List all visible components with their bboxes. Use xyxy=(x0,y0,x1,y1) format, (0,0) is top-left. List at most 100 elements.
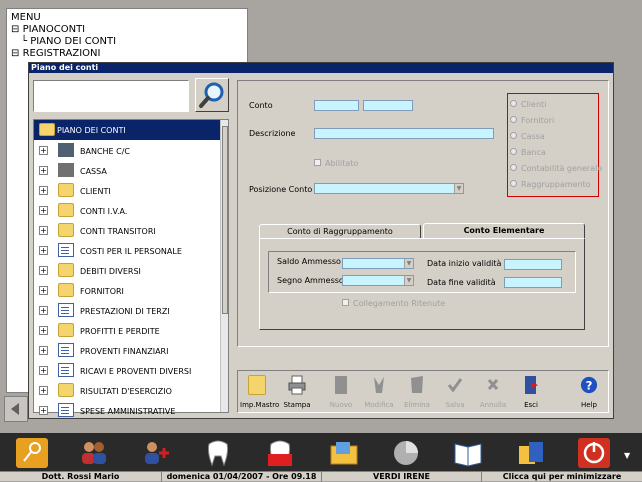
expand-icon[interactable]: + xyxy=(39,226,48,235)
radio-cassa[interactable] xyxy=(510,132,517,139)
menu-item-piano-dei-conti[interactable]: └ PIANO DEI CONTI xyxy=(21,36,116,47)
add-patient-button[interactable] xyxy=(140,438,172,468)
accounts-tree[interactable]: PIANO DEI CONTI + BANCHE C/C + CASSA + CLIENT… xyxy=(33,119,229,417)
folder-icon xyxy=(58,183,74,197)
saldo-ammesso-select[interactable]: ▼ xyxy=(342,258,414,269)
stampa-label: Stampa xyxy=(283,401,311,409)
segno-ammesso-select[interactable]: ▼ xyxy=(342,275,414,286)
esci-label: Esci xyxy=(524,401,538,409)
stampa-button[interactable]: Stampa xyxy=(280,373,314,411)
add-user-icon xyxy=(145,442,169,464)
menu-item-pianoconti[interactable]: ⊟ PIANOCONTI xyxy=(11,24,85,35)
expand-icon[interactable]: + xyxy=(39,346,48,355)
radio-contabilita-generale[interactable] xyxy=(510,164,517,171)
menu-item-registrazioni[interactable]: ⊟ REGISTRAZIONI xyxy=(11,48,100,59)
cancel-x-icon xyxy=(487,379,499,390)
tree-item[interactable]: + PROVENTI FINANZIARI xyxy=(34,341,222,361)
tree-item[interactable]: + CASSA xyxy=(34,161,222,181)
radio-raggruppamento[interactable] xyxy=(510,180,517,187)
safe-icon xyxy=(58,163,74,177)
expand-icon[interactable]: + xyxy=(39,366,48,375)
radio-banca[interactable] xyxy=(510,148,517,155)
tab-conto-elementare[interactable]: Conto Elementare xyxy=(423,223,585,239)
salva-button[interactable]: Salva xyxy=(438,373,472,411)
conto-code-field[interactable] xyxy=(314,100,359,111)
folder-button[interactable] xyxy=(328,438,360,468)
chevron-down-icon: ▼ xyxy=(404,276,413,285)
imp-mastro-label: Imp.Mastro xyxy=(240,401,280,409)
radio-clienti[interactable] xyxy=(510,100,517,107)
imp-mastro-button[interactable]: Imp.Mastro xyxy=(240,373,280,411)
tree-item[interactable]: + DEBITI DIVERSI xyxy=(34,261,222,281)
users-icon xyxy=(82,442,106,464)
tree-item[interactable]: + BANCHE C/C xyxy=(34,141,222,161)
tooth-icon xyxy=(207,440,229,467)
nuovo-button[interactable]: Nuovo xyxy=(324,373,358,411)
tree-item[interactable]: + PROFITTI E PERDITE xyxy=(34,321,222,341)
expand-icon[interactable]: + xyxy=(39,186,48,195)
tree-item[interactable]: + RISULTATI D'ESERCIZIO xyxy=(34,381,222,401)
tree-item[interactable]: + RICAVI E PROVENTI DIVERSI xyxy=(34,361,222,381)
search-button[interactable] xyxy=(195,78,229,112)
expand-icon[interactable]: + xyxy=(39,286,48,295)
annulla-button[interactable]: Annulla xyxy=(476,373,510,411)
tab-conto-raggruppamento[interactable]: Conto di Raggruppamento xyxy=(259,224,421,238)
tree-item[interactable]: + CONTI I.V.A. xyxy=(34,201,222,221)
tree-item[interactable]: + CLIENTI xyxy=(34,181,222,201)
printer-icon xyxy=(288,375,306,395)
modifica-button[interactable]: Modifica xyxy=(362,373,396,411)
overflow-arrow-icon[interactable]: ▼ xyxy=(624,451,630,460)
help-label: Help xyxy=(581,401,597,409)
expand-icon[interactable]: + xyxy=(39,306,48,315)
data-inizio-field[interactable] xyxy=(504,259,562,270)
folder-icon xyxy=(248,375,266,395)
tree-item-label: CLIENTI xyxy=(80,187,111,196)
expand-icon[interactable]: + xyxy=(39,266,48,275)
documents-button[interactable] xyxy=(516,438,548,468)
tooth-chart-button[interactable] xyxy=(264,438,296,468)
tree-item-label: BANCHE C/C xyxy=(80,147,131,156)
expand-icon[interactable]: + xyxy=(39,406,48,415)
tree-item-label: CONTI I.V.A. xyxy=(80,207,128,216)
tree-item[interactable]: + PRESTAZIONI DI TERZI xyxy=(34,301,222,321)
conto-subcode-field[interactable] xyxy=(363,100,413,111)
status-bar: Dott. Rossi Mario domenica 01/04/2007 - … xyxy=(0,471,642,482)
expand-icon[interactable]: + xyxy=(39,326,48,335)
menu-item-piano-dei-conti-label: PIANO DEI CONTI xyxy=(30,36,117,47)
tree-item[interactable]: + SPESE AMMINISTRATIVE xyxy=(34,401,222,421)
expand-icon[interactable]: + xyxy=(39,146,48,155)
help-button[interactable]: ? Help xyxy=(572,373,606,411)
collegamento-ritenute-checkbox[interactable] xyxy=(342,299,349,306)
radio-fornitori[interactable] xyxy=(510,116,517,123)
new-document-icon xyxy=(335,376,347,394)
expand-icon[interactable]: + xyxy=(39,206,48,215)
documents-icon xyxy=(519,442,543,464)
expand-icon[interactable]: + xyxy=(39,166,48,175)
abilitato-checkbox[interactable] xyxy=(314,159,321,166)
tree-item-label: RICAVI E PROVENTI DIVERSI xyxy=(80,367,192,376)
key-button[interactable] xyxy=(16,438,48,468)
elimina-button[interactable]: Elimina xyxy=(400,373,434,411)
back-arrow-button[interactable] xyxy=(4,396,28,422)
esci-button[interactable]: Esci xyxy=(514,373,548,411)
data-fine-field[interactable] xyxy=(504,277,562,288)
tooth-button[interactable] xyxy=(202,438,234,468)
chart-button[interactable] xyxy=(390,438,422,468)
search-input[interactable] xyxy=(33,80,189,112)
book-button[interactable] xyxy=(452,438,484,468)
tree-item[interactable]: + COSTI PER IL PERSONALE xyxy=(34,241,222,261)
posizione-conto-label: Posizione Conto xyxy=(249,185,313,194)
power-button[interactable] xyxy=(578,438,610,468)
tree-item-label: PROFITTI E PERDITE xyxy=(80,327,160,336)
posizione-conto-select[interactable]: ▼ xyxy=(314,183,464,194)
expand-icon[interactable]: + xyxy=(39,246,48,255)
scrollbar-thumb[interactable] xyxy=(222,126,228,314)
menu-root[interactable]: MENU xyxy=(11,12,41,23)
descrizione-field[interactable] xyxy=(314,128,494,139)
tree-root-row[interactable]: PIANO DEI CONTI xyxy=(34,120,222,140)
tree-scrollbar[interactable] xyxy=(220,120,228,412)
users-button[interactable] xyxy=(78,438,110,468)
expand-icon[interactable]: + xyxy=(39,386,48,395)
tree-item[interactable]: + CONTI TRANSITORI xyxy=(34,221,222,241)
tree-item[interactable]: + FORNITORI xyxy=(34,281,222,301)
